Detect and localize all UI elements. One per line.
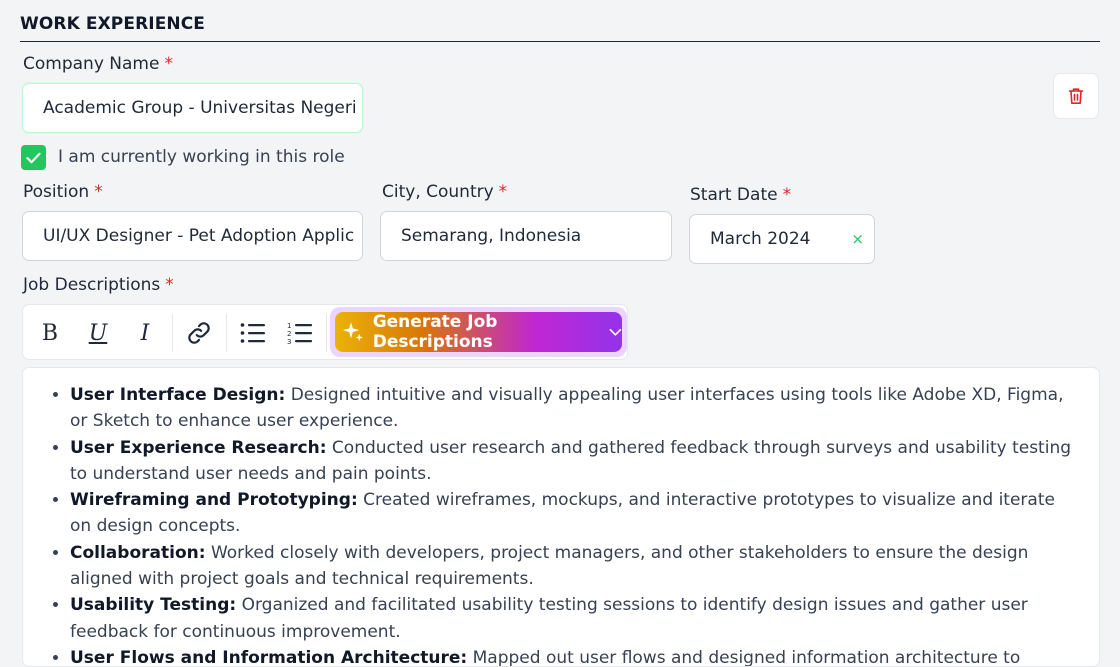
bullet-list-icon <box>240 323 265 343</box>
svg-text:1: 1 <box>287 322 291 330</box>
start-date-label: Start Date * <box>690 185 792 205</box>
company-name-input[interactable]: Academic Group - Universitas Negeri <box>22 83 363 133</box>
section-title: WORK EXPERIENCE <box>20 14 1100 42</box>
required-mark: * <box>498 182 508 202</box>
required-mark: * <box>782 185 792 205</box>
underline-button[interactable]: U <box>76 305 120 361</box>
toolbar-divider <box>326 314 327 352</box>
numbered-list-icon: 1 2 3 <box>287 322 312 345</box>
job-description-list: User Interface Design: Designed intuitiv… <box>43 382 1079 667</box>
item-title: User Experience Research: <box>70 437 327 458</box>
numbered-list-button[interactable]: 1 2 3 <box>278 305 322 361</box>
underline-icon: U <box>88 320 108 346</box>
company-name-label: Company Name * <box>23 54 173 74</box>
sparkle-icon <box>342 321 363 342</box>
svg-text:3: 3 <box>287 338 291 345</box>
list-item: Wireframing and Prototyping: Created wir… <box>70 487 1079 540</box>
start-date-value: March 2024 <box>710 229 811 249</box>
job-descriptions-editor[interactable]: User Interface Design: Designed intuitiv… <box>22 367 1100 667</box>
generate-job-descriptions-button[interactable]: Generate Job Descriptions <box>335 312 622 352</box>
link-button[interactable] <box>177 305 221 361</box>
delete-experience-button[interactable] <box>1053 73 1099 119</box>
required-mark: * <box>165 275 174 295</box>
editor-toolbar: B U I 1 2 3 Generate Job Descriptions <box>22 304 628 360</box>
toolbar-divider <box>226 314 227 352</box>
required-mark: * <box>94 182 103 202</box>
position-input[interactable]: UI/UX Designer - Pet Adoption Applic <box>22 211 363 261</box>
item-title: Collaboration: <box>70 542 206 563</box>
svg-text:2: 2 <box>287 330 291 338</box>
list-item: User Experience Research: Conducted user… <box>70 435 1079 488</box>
chevron-down-icon <box>609 328 622 336</box>
item-title: Wireframing and Prototyping: <box>70 490 358 511</box>
job-descriptions-label: Job Descriptions * <box>23 275 174 295</box>
list-item: Collaboration: Worked closely with devel… <box>70 540 1079 593</box>
list-item: User Interface Design: Designed intuitiv… <box>70 382 1079 435</box>
city-country-input[interactable]: Semarang, Indonesia <box>380 211 672 261</box>
item-title: Usability Testing: <box>70 595 237 616</box>
item-title: User Interface Design: <box>70 385 286 405</box>
bullet-list-button[interactable] <box>231 305 275 361</box>
generate-button-label: Generate Job Descriptions <box>372 312 498 352</box>
city-country-label: City, Country * <box>382 182 508 202</box>
current-role-checkbox[interactable] <box>21 145 46 170</box>
current-role-label[interactable]: I am currently working in this role <box>58 147 345 167</box>
list-item: Usability Testing: Organized and facilit… <box>70 592 1079 645</box>
clear-date-icon[interactable]: × <box>851 230 864 248</box>
item-text: Worked closely with developers, project … <box>70 542 1029 590</box>
start-date-input[interactable]: March 2024 × <box>689 214 875 264</box>
required-mark: * <box>164 54 173 74</box>
bold-button[interactable]: B <box>28 305 72 361</box>
check-icon <box>26 152 41 163</box>
trash-icon <box>1068 88 1084 104</box>
link-icon <box>188 322 210 344</box>
list-item: User Flows and Information Architecture:… <box>70 645 1079 667</box>
italic-icon: I <box>140 320 150 346</box>
bold-icon: B <box>41 320 59 346</box>
position-label: Position * <box>23 182 103 202</box>
item-title: User Flows and Information Architecture: <box>70 647 468 667</box>
italic-button[interactable]: I <box>123 305 167 361</box>
generate-button-wrapper: Generate Job Descriptions <box>330 307 627 357</box>
toolbar-divider <box>172 314 173 352</box>
